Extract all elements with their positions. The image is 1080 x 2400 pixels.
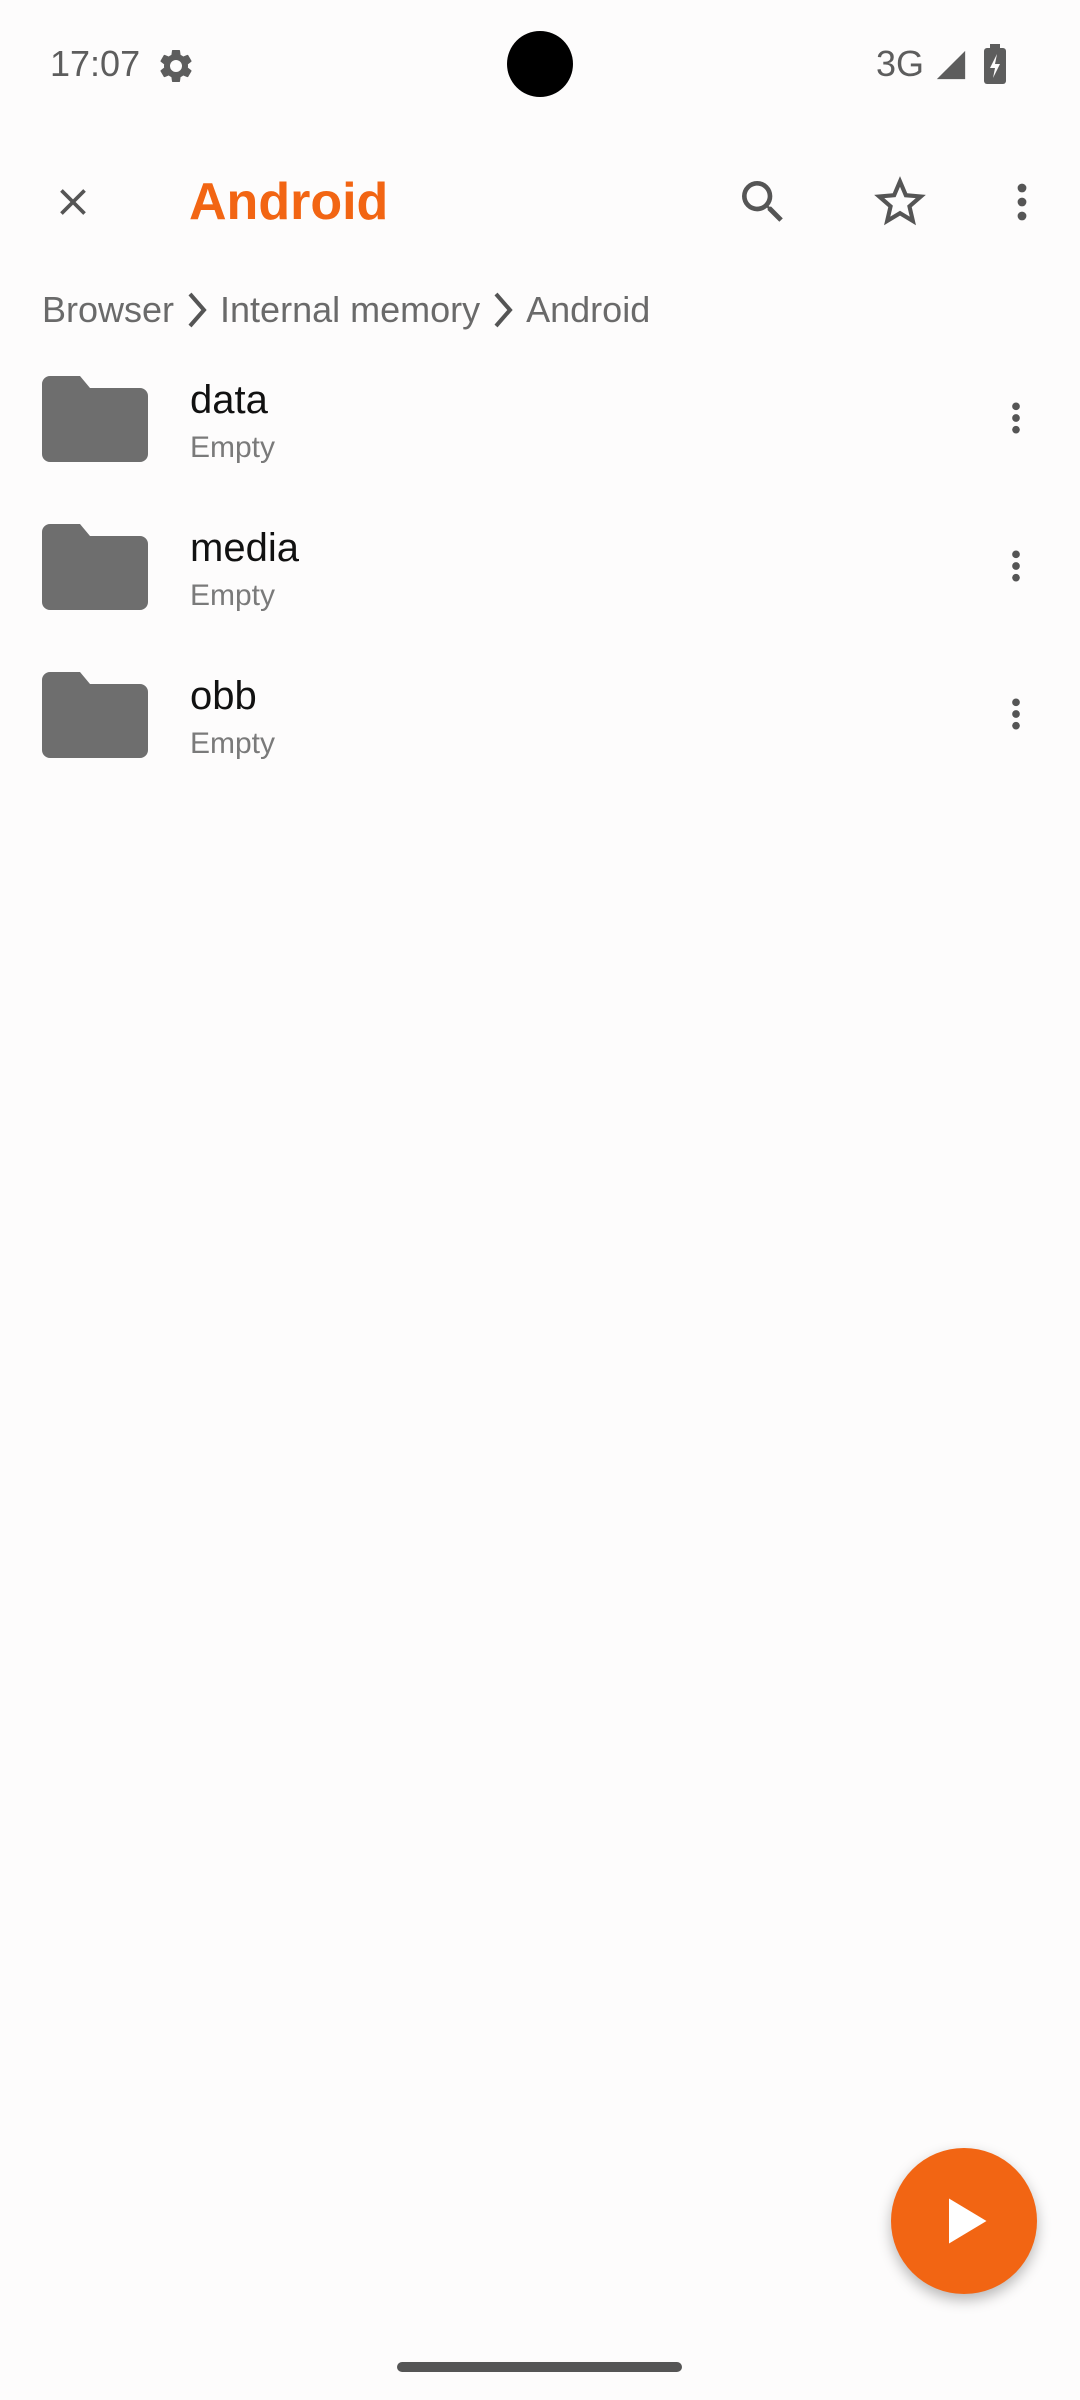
file-subtitle: Empty [190, 431, 276, 464]
breadcrumb-item-android[interactable]: Android [526, 289, 650, 331]
cellular-signal-icon [934, 48, 968, 82]
search-button[interactable] [723, 162, 803, 242]
battery-charging-icon [984, 44, 1006, 84]
folder-icon [42, 376, 148, 462]
status-time: 17:07 [50, 43, 141, 84]
close-button[interactable] [33, 162, 113, 242]
file-subtitle: Empty [190, 579, 276, 612]
file-list: data Empty media Empty obb Empty [0, 344, 1080, 788]
breadcrumb-item-internal-memory[interactable]: Internal memory [220, 289, 480, 331]
list-item[interactable]: media Empty [0, 492, 1080, 640]
star-outline-icon [874, 176, 926, 226]
folder-icon [42, 524, 148, 610]
toolbar: Android [0, 140, 1080, 264]
play-icon [949, 2198, 987, 2244]
more-vert-icon [1012, 402, 1020, 434]
item-more-button[interactable] [976, 526, 1056, 606]
breadcrumb: Browser Internal memory Android [42, 282, 650, 338]
network-type: 3G [876, 43, 925, 84]
file-subtitle: Empty [190, 727, 276, 760]
more-vert-icon [1012, 698, 1020, 730]
page-title: Android [189, 173, 389, 231]
file-name: media [190, 526, 299, 570]
navigation-handle[interactable] [397, 2362, 682, 2372]
more-options-button[interactable] [982, 162, 1062, 242]
chevron-right-icon [494, 292, 513, 328]
more-vert-icon [1017, 183, 1027, 221]
more-vert-icon [1012, 550, 1020, 582]
folder-icon [42, 672, 148, 758]
camera-cutout [507, 31, 573, 97]
settings-gear-icon [156, 46, 196, 86]
item-more-button[interactable] [976, 378, 1056, 458]
file-name: obb [190, 674, 257, 718]
play-fab-button[interactable] [891, 2148, 1037, 2294]
file-name: data [190, 378, 268, 422]
favorite-button[interactable] [860, 162, 940, 242]
status-bar: 17:07 3G [0, 0, 1080, 128]
close-icon [60, 189, 86, 215]
item-more-button[interactable] [976, 674, 1056, 754]
chevron-right-icon [188, 292, 207, 328]
list-item[interactable]: data Empty [0, 344, 1080, 492]
search-icon [742, 181, 783, 222]
breadcrumb-item-browser[interactable]: Browser [42, 289, 174, 331]
file-browser-screen: 17:07 3G Android Browser Internal memory… [0, 0, 1080, 2400]
list-item[interactable]: obb Empty [0, 640, 1080, 788]
